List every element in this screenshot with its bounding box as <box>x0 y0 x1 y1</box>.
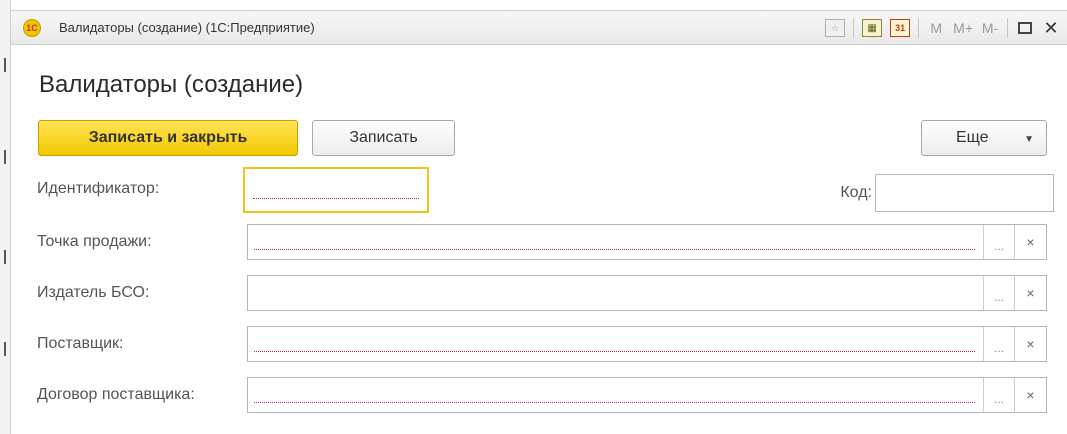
required-underline <box>254 351 975 352</box>
chevron-down-icon: ▼ <box>1024 134 1034 145</box>
calendar-icon[interactable]: 31 <box>890 19 911 37</box>
form-window: 1С Валидаторы (создание) (1С:Предприятие… <box>10 10 1067 434</box>
supplier-contract-input[interactable] <box>248 378 984 412</box>
title-bar[interactable]: 1С Валидаторы (создание) (1С:Предприятие… <box>11 11 1067 45</box>
toolbar-separator <box>1007 18 1008 38</box>
memory-m-button[interactable]: M <box>927 18 945 38</box>
required-underline <box>254 249 975 250</box>
sale-point-field: ... × <box>247 224 1047 260</box>
sale-point-label: Точка продажи: <box>37 233 152 250</box>
supplier-input[interactable] <box>248 327 984 361</box>
edge-mark <box>4 150 6 164</box>
bso-publisher-clear-button[interactable]: × <box>1015 276 1046 310</box>
supplier-contract-label: Договор поставщика: <box>37 386 195 403</box>
more-menu-label: Еще <box>956 129 989 146</box>
more-menu-button[interactable]: Еще ▼ <box>921 120 1047 156</box>
code-label: Код: <box>840 184 872 201</box>
memory-plus-button[interactable]: M+ <box>953 18 973 38</box>
save-and-close-button[interactable]: Записать и закрыть <box>38 120 298 156</box>
supplier-contract-clear-button[interactable]: × <box>1015 378 1046 412</box>
supplier-clear-button[interactable]: × <box>1015 327 1046 361</box>
identifier-label: Идентификатор: <box>37 180 160 197</box>
toolbar-separator <box>853 18 855 38</box>
bso-publisher-select-button[interactable]: ... <box>984 276 1015 310</box>
sale-point-clear-button[interactable]: × <box>1015 225 1046 259</box>
sale-point-select-button[interactable]: ... <box>984 225 1015 259</box>
identifier-input[interactable] <box>243 167 429 213</box>
edge-mark <box>4 250 6 264</box>
maximize-icon <box>1018 22 1032 34</box>
toolbar-separator <box>918 18 920 38</box>
required-underline <box>253 198 419 199</box>
code-input[interactable] <box>875 174 1054 212</box>
supplier-label: Поставщик: <box>37 335 124 352</box>
maximize-button[interactable] <box>1016 18 1034 38</box>
app-logo-icon[interactable]: 1С <box>23 19 41 37</box>
window-title: Валидаторы (создание) (1С:Предприятие) <box>59 20 315 35</box>
favorite-icon[interactable]: ☆ <box>825 19 846 37</box>
required-underline <box>254 402 975 403</box>
bso-publisher-field: ... × <box>247 275 1047 311</box>
title-bar-tools: ☆ ▦ 31 M M+ M- ✕ <box>817 11 1060 45</box>
bso-publisher-label: Издатель БСО: <box>37 284 150 301</box>
sale-point-input[interactable] <box>248 225 984 259</box>
bso-publisher-input[interactable] <box>248 276 984 310</box>
save-button[interactable]: Записать <box>312 120 455 156</box>
form-title: Валидаторы (создание) <box>39 71 304 98</box>
edge-mark <box>4 58 6 72</box>
close-window-button[interactable]: ✕ <box>1042 18 1060 38</box>
calculator-icon[interactable]: ▦ <box>862 19 883 37</box>
supplier-select-button[interactable]: ... <box>984 327 1015 361</box>
edge-mark <box>4 342 6 356</box>
supplier-contract-select-button[interactable]: ... <box>984 378 1015 412</box>
supplier-field: ... × <box>247 326 1047 362</box>
supplier-contract-field: ... × <box>247 377 1047 413</box>
memory-minus-button[interactable]: M- <box>981 18 999 38</box>
